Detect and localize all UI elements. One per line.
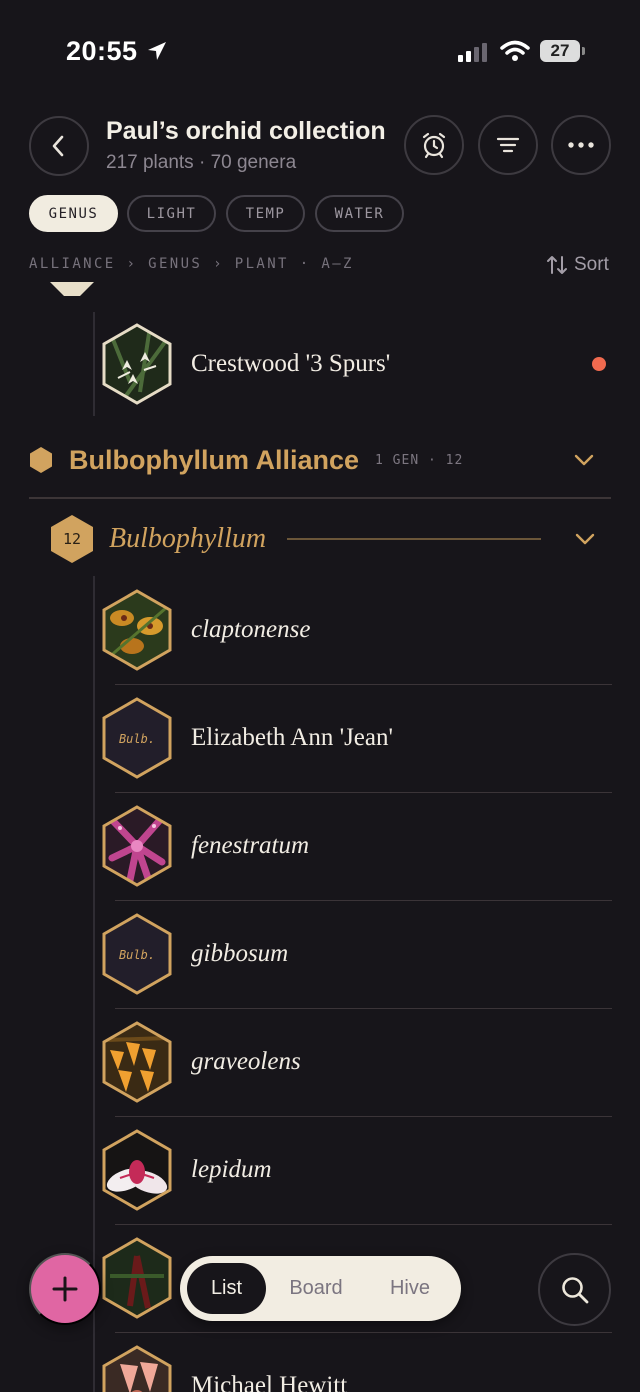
chip-water[interactable]: WATER (315, 195, 404, 232)
chip-temp[interactable]: TEMP (226, 195, 305, 232)
chevron-down-icon[interactable] (574, 454, 594, 466)
plant-name: Crestwood '3 Spurs' (191, 350, 391, 377)
view-tab-list[interactable]: List (187, 1263, 266, 1314)
filter-lines-icon (496, 137, 520, 153)
collapsed-group-marker (50, 282, 94, 296)
filter-button[interactable] (478, 115, 538, 175)
view-tab-hive[interactable]: Hive (366, 1263, 454, 1314)
view-tab-board[interactable]: Board (272, 1263, 360, 1314)
plant-placeholder-thumbnail: Bulb. (102, 697, 172, 779)
plant-row[interactable]: lepidum (100, 1116, 612, 1224)
cellular-signal-icon (458, 43, 487, 62)
plus-icon (52, 1276, 78, 1302)
sort-label: Sort (574, 254, 609, 275)
plant-thumbnail (102, 1021, 172, 1103)
plant-name: fenestratum (191, 832, 310, 859)
ellipsis-icon (568, 142, 594, 148)
back-button[interactable] (29, 116, 89, 176)
chip-light[interactable]: LIGHT (127, 195, 216, 232)
plant-name: gibbosum (191, 940, 289, 967)
plant-row[interactable]: Michael Hewitt (100, 1332, 612, 1392)
alliance-name: Bulbophyllum Alliance (69, 444, 360, 475)
alert-dot (592, 357, 606, 371)
plant-row-crestwood[interactable]: Crestwood '3 Spurs' (100, 310, 612, 418)
sort-arrows-icon (547, 256, 567, 274)
genus-header[interactable]: 12 Bulbophyllum (50, 514, 612, 564)
chevron-down-icon[interactable] (575, 533, 595, 545)
plant-thumbnail (102, 1129, 172, 1211)
genus-count: 12 (62, 530, 82, 548)
plant-row[interactable]: Bulb. Elizabeth Ann 'Jean' (100, 684, 612, 792)
more-options-button[interactable] (551, 115, 611, 175)
sort-button[interactable]: Sort (546, 254, 609, 276)
genus-name: Bulbophyllum (109, 523, 267, 554)
plant-name: graveolens (191, 1048, 301, 1075)
plant-thumbnail (102, 1345, 172, 1392)
chevron-left-icon (52, 135, 64, 157)
alarm-clock-icon (422, 132, 446, 159)
plant-list[interactable]: Crestwood '3 Spurs' Bulbophyllum Allianc… (0, 282, 640, 1392)
wifi-icon (500, 40, 530, 61)
search-button[interactable] (538, 1253, 611, 1326)
plant-name: Elizabeth Ann 'Jean' (191, 724, 394, 751)
plant-row[interactable]: fenestratum (100, 792, 612, 900)
view-switcher: List Board Hive (180, 1256, 461, 1321)
plant-row[interactable]: claptonense (100, 576, 612, 684)
breadcrumb: ALLIANCE › GENUS › PLANT · A—Z (29, 256, 354, 272)
search-icon (561, 1276, 588, 1303)
alliance-header[interactable]: Bulbophyllum Alliance 1 GEN · 12 (29, 442, 611, 478)
placeholder-abbrev: Bulb. (119, 732, 155, 746)
tree-connector (93, 312, 95, 416)
page-title: Paul’s orchid collection (106, 117, 386, 145)
genus-rule (287, 538, 541, 540)
alliance-meta: 1 GEN · 12 (375, 452, 464, 468)
plant-thumbnail (102, 805, 172, 887)
placeholder-abbrev: Bulb. (119, 948, 155, 962)
divider (29, 497, 611, 499)
plant-thumbnail (102, 589, 172, 671)
status-time: 20:55 (66, 36, 138, 66)
plant-name: claptonense (191, 616, 311, 643)
hexagon-icon (30, 447, 52, 473)
plant-placeholder-thumbnail: Bulb. (102, 913, 172, 995)
page-subtitle: 217 plants · 70 genera (106, 152, 297, 173)
add-plant-button[interactable] (29, 1253, 101, 1325)
chip-genus[interactable]: GENUS (29, 195, 118, 232)
plant-name: lepidum (191, 1156, 272, 1183)
battery-indicator: 27 (540, 40, 585, 62)
alarm-button[interactable] (404, 115, 464, 175)
plant-thumbnail (102, 323, 172, 405)
plant-name: Michael Hewitt (191, 1372, 348, 1392)
plant-thumbnail (102, 1237, 172, 1319)
location-arrow-icon (148, 42, 166, 60)
plant-row[interactable]: Bulb. gibbosum (100, 900, 612, 1008)
plant-row[interactable]: graveolens (100, 1008, 612, 1116)
